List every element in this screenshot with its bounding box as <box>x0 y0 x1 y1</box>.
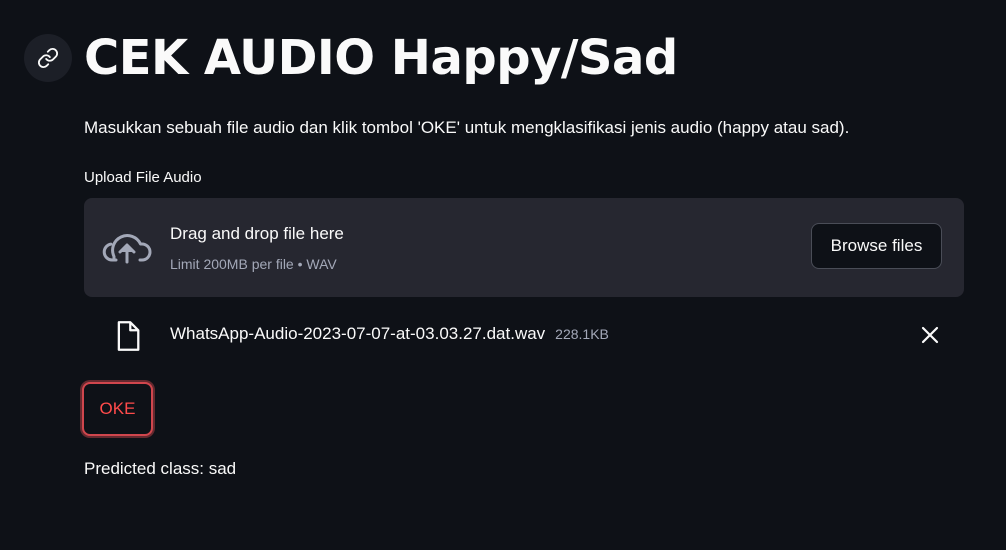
file-dropzone[interactable]: Drag and drop file here Limit 200MB per … <box>84 198 964 297</box>
page-title: CEK AUDIO Happy/Sad <box>84 30 678 86</box>
cloud-upload-icon <box>102 234 152 264</box>
link-icon <box>37 47 59 69</box>
uploaded-file-info: WhatsApp-Audio-2023-07-07-at-03.03.27.da… <box>170 322 609 346</box>
uploaded-file-name: WhatsApp-Audio-2023-07-07-at-03.03.27.da… <box>170 324 546 343</box>
upload-label: Upload File Audio <box>84 169 202 186</box>
uploaded-file-size: 228.1KB <box>555 326 609 342</box>
file-icon <box>117 321 140 351</box>
anchor-link-button[interactable] <box>24 34 72 82</box>
app-page: CEK AUDIO Happy/Sad Masukkan sebuah file… <box>0 0 1006 550</box>
close-icon[interactable] <box>918 323 942 347</box>
oke-button[interactable]: OKE <box>82 382 153 436</box>
page-description: Masukkan sebuah file audio dan klik tomb… <box>84 118 850 137</box>
prediction-result: Predicted class: sad <box>84 459 237 478</box>
browse-files-button[interactable]: Browse files <box>811 223 942 269</box>
dropzone-instructions: Drag and drop file here <box>170 224 344 243</box>
uploaded-file-row: WhatsApp-Audio-2023-07-07-at-03.03.27.da… <box>84 312 964 358</box>
dropzone-limit-text: Limit 200MB per file • WAV <box>170 256 337 272</box>
